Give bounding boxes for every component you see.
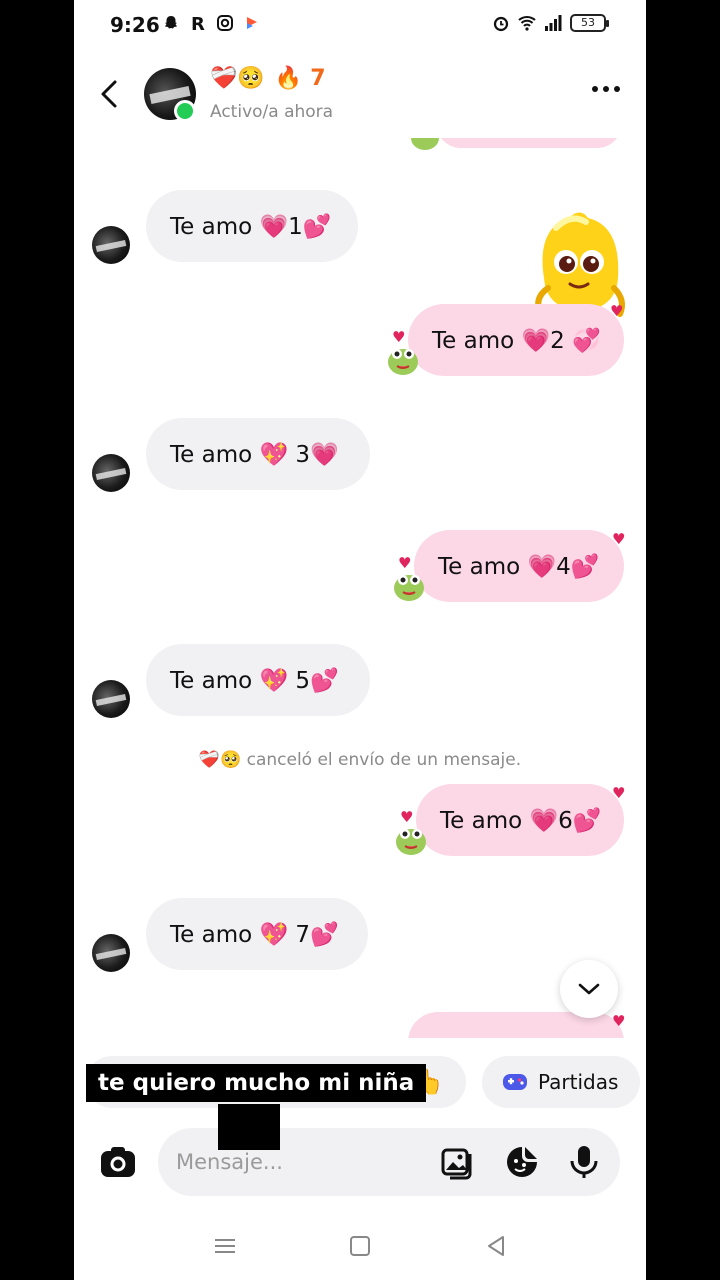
battery-icon: 53: [570, 14, 609, 32]
r-app-icon: R: [191, 14, 205, 32]
message-input[interactable]: [176, 1142, 416, 1182]
dot-icon: [614, 86, 620, 92]
online-indicator: [174, 100, 196, 122]
streak-count: 7: [310, 66, 326, 91]
games-label: Partidas: [538, 1070, 619, 1094]
alarm-icon: [493, 16, 509, 32]
heart-reaction-icon: ♥: [612, 530, 626, 548]
message-bubble-incoming[interactable]: Te amo 💖 5💕: [146, 644, 370, 716]
chevron-left-icon: [101, 80, 117, 108]
heart-reaction-icon: ♥: [612, 1012, 626, 1030]
menu-nav-icon[interactable]: [210, 1232, 240, 1260]
flag-icon: [247, 17, 257, 29]
status-time: 9:26: [110, 13, 160, 37]
wifi-icon: [518, 16, 536, 31]
contact-status: Activo/a ahora: [210, 102, 334, 122]
notice-emojis: ❤️‍🩹🥺: [198, 750, 242, 770]
camera-button[interactable]: [98, 1142, 138, 1182]
back-nav-icon[interactable]: [481, 1232, 511, 1260]
sender-avatar[interactable]: [92, 226, 130, 264]
caption-emoji: 😍: [218, 1104, 280, 1150]
home-nav-icon[interactable]: [345, 1232, 375, 1260]
streak-emoji: 🔥: [274, 66, 303, 91]
contact-emojis: ❤️‍🩹🥺: [210, 66, 265, 91]
heart-reaction-icon: ♥: [392, 328, 406, 346]
sender-avatar[interactable]: [92, 934, 130, 972]
message-composer: [74, 1126, 646, 1198]
frog-sticker-icon: [394, 575, 424, 601]
system-nav-bar: [74, 1220, 646, 1270]
status-left-icons: R: [162, 14, 261, 32]
sender-avatar[interactable]: [92, 454, 130, 492]
heart-reaction-icon: ♥: [398, 554, 412, 572]
status-right-icons: 53: [492, 14, 609, 32]
message-bubble-outgoing[interactable]: Te amo 💗2 💞: [408, 304, 624, 376]
microphone-icon[interactable]: [566, 1144, 602, 1180]
chat-header: ❤️‍🩹🥺 🔥 7 Activo/a ahora: [74, 52, 646, 138]
svg-text:R: R: [191, 14, 205, 32]
frog-sticker-icon: [411, 138, 439, 150]
frog-sticker-icon: [396, 829, 426, 855]
message-bubble-outgoing[interactable]: Te amo 💗4💕: [414, 530, 624, 602]
gamepad-icon: [503, 1074, 527, 1090]
more-options-button[interactable]: [592, 86, 620, 92]
back-button[interactable]: [94, 76, 124, 112]
sender-avatar[interactable]: [92, 680, 130, 718]
status-bar: 9:26 R 53: [74, 0, 646, 50]
message-bubble-partial[interactable]: [436, 138, 622, 148]
heart-reaction-icon: ♥: [400, 808, 414, 826]
heart-reaction-icon: ♥: [610, 302, 624, 320]
video-caption: te quiero mucho mi niña: [86, 1064, 427, 1102]
message-list[interactable]: Te amo 💗1💕 Te amo 💗2 💞 ♥ ♥ Te amo 💖 3💗 T…: [74, 138, 646, 1038]
frog-sticker-icon: [388, 349, 418, 375]
instagram-icon: [217, 15, 233, 31]
signal-icon: [545, 15, 562, 31]
message-bubble-outgoing[interactable]: Te amo 💗6💕: [416, 784, 624, 856]
notice-text: canceló el envío de un mensaje.: [246, 750, 522, 770]
message-bubble-incoming[interactable]: Te amo 💖 3💗: [146, 418, 370, 490]
sticker-icon[interactable]: [504, 1144, 540, 1180]
unsent-message-notice: ❤️‍🩹🥺 canceló el envío de un mensaje.: [74, 750, 646, 770]
gallery-icon[interactable]: [440, 1144, 476, 1180]
chevron-down-icon: [578, 983, 600, 995]
contact-name[interactable]: ❤️‍🩹🥺 🔥 7: [210, 66, 326, 91]
dot-icon: [592, 86, 598, 92]
heart-reaction-icon: ♥: [612, 784, 626, 802]
message-bubble-incoming[interactable]: Te amo 💖 7💕: [146, 898, 368, 970]
phone-screen: 9:26 R 53 ❤️‍🩹🥺 🔥 7 Activo/a ahora: [74, 0, 646, 1280]
dot-icon: [603, 86, 609, 92]
games-button[interactable]: Partidas: [482, 1056, 640, 1108]
scroll-to-bottom-button[interactable]: [560, 960, 618, 1018]
snapchat-icon: [165, 16, 177, 29]
message-bubble-incoming[interactable]: Te amo 💗1💕: [146, 190, 358, 262]
